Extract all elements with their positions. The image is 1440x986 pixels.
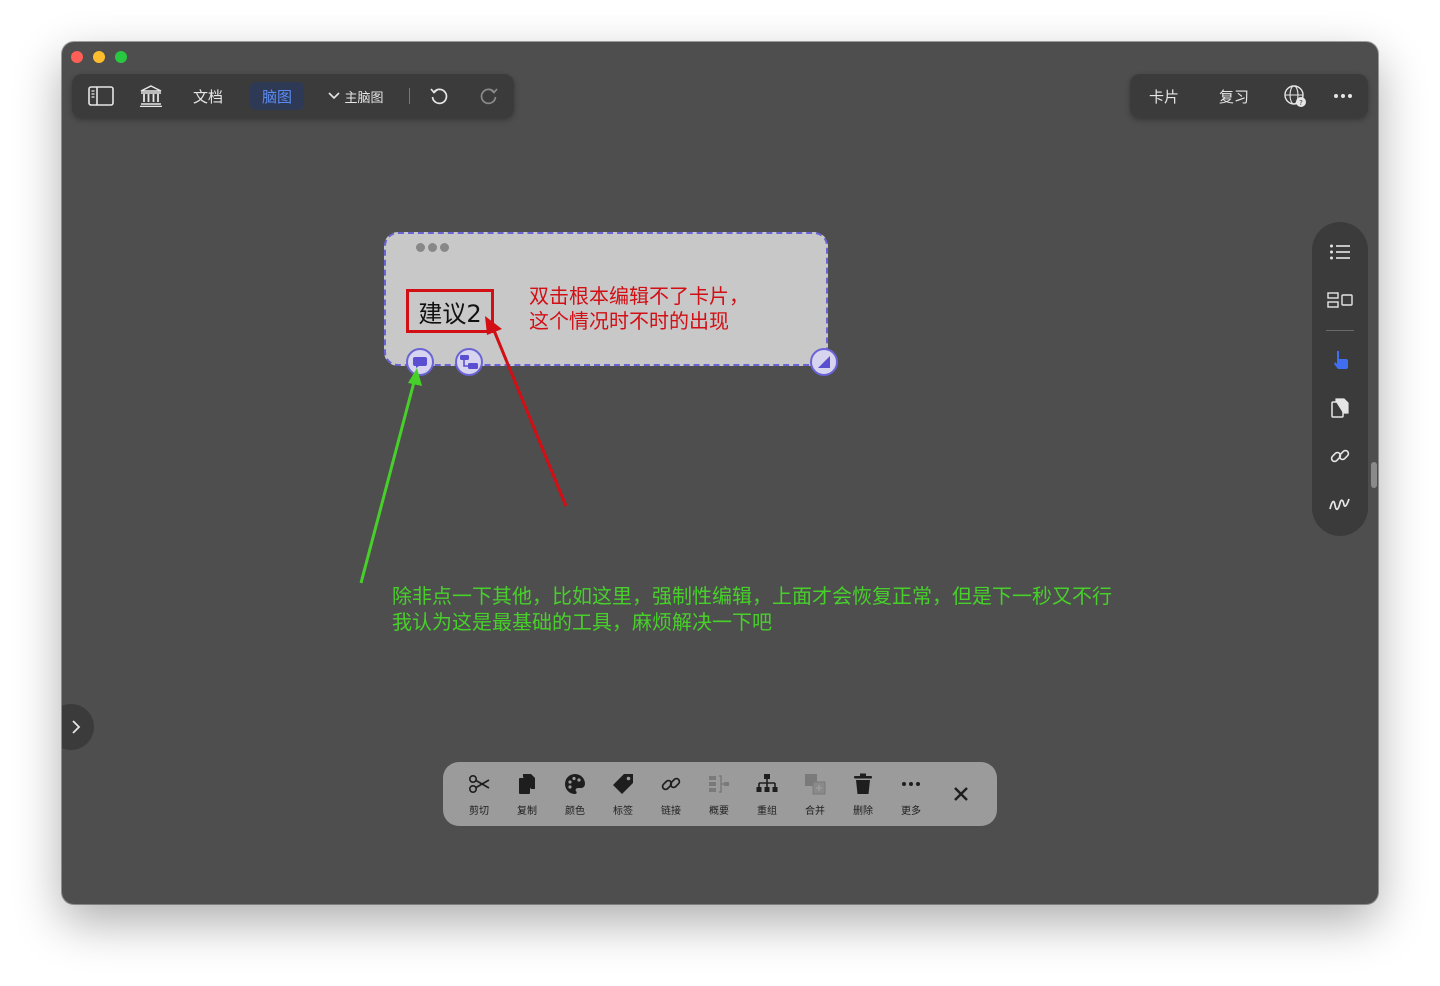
- copy-label: 复制: [517, 806, 537, 817]
- close-window-button[interactable]: [71, 51, 83, 63]
- cut-label: 剪切: [469, 806, 489, 817]
- more-button[interactable]: 更多: [887, 770, 935, 820]
- tag-label: 标签: [613, 806, 633, 817]
- card-title[interactable]: 建议2: [406, 289, 494, 333]
- subtopic-icon: [460, 355, 478, 369]
- main-mindmap-dropdown[interactable]: 主脑图: [316, 74, 396, 118]
- pointer-hand-icon[interactable]: [1326, 346, 1354, 374]
- layout-structure-icon[interactable]: [1326, 286, 1354, 314]
- card-drag-handle[interactable]: [416, 243, 449, 252]
- minimize-window-button[interactable]: [93, 51, 105, 63]
- link-label: 链接: [661, 806, 681, 817]
- review-button[interactable]: 复习: [1214, 74, 1254, 118]
- copy-button[interactable]: 复制: [503, 770, 551, 820]
- link-icon: [660, 770, 682, 798]
- link-button[interactable]: 链接: [647, 770, 695, 820]
- tag-button[interactable]: 标签: [599, 770, 647, 820]
- cards-button[interactable]: 卡片: [1144, 74, 1184, 118]
- reorganize-label: 重组: [757, 806, 777, 817]
- annotation-red-line2: 这个情况时不时的出现: [529, 309, 729, 333]
- summary-button[interactable]: 概要: [695, 770, 743, 820]
- summary-label: 概要: [709, 806, 729, 817]
- close-icon: [954, 787, 968, 801]
- scissors-icon: [468, 770, 490, 798]
- close-toolbar-button[interactable]: [943, 776, 979, 812]
- toolbar-divider: [409, 88, 410, 104]
- merge-icon: [804, 770, 826, 798]
- tab-mindmap[interactable]: 脑图: [250, 82, 305, 110]
- sidebar-toggle-icon[interactable]: [86, 74, 116, 118]
- link-icon[interactable]: [1326, 442, 1354, 470]
- zoom-window-button[interactable]: [115, 51, 127, 63]
- tag-icon: [612, 770, 634, 798]
- annotation-green: 除非点一下其他，比如这里，强制性编辑，上面才会恢复正常，但是下一秒又不行 我认为…: [392, 583, 1112, 635]
- merge-button[interactable]: 合并: [791, 770, 839, 820]
- copy-icon: [518, 770, 536, 798]
- reorganize-button[interactable]: 重组: [743, 770, 791, 820]
- more-icon: [901, 770, 921, 798]
- card-subtopic-button[interactable]: [455, 348, 483, 376]
- green-arrow: [359, 381, 416, 584]
- tab-document[interactable]: 文档: [190, 74, 226, 118]
- delete-label: 删除: [853, 806, 873, 817]
- node-context-toolbar: 剪切 复制 颜色 标签 链接 概要 重组 合并 删除 更多: [443, 762, 997, 826]
- annotation-red: 双击根本编辑不了卡片， 这个情况时不时的出现: [529, 284, 749, 334]
- annotation-green-line2: 我认为这是最基础的工具，麻烦解决一下吧: [392, 610, 772, 634]
- reorganize-icon: [756, 770, 778, 798]
- card-resize-handle[interactable]: [810, 348, 838, 376]
- freehand-draw-icon[interactable]: [1326, 490, 1354, 518]
- more-options-icon[interactable]: [1328, 74, 1358, 118]
- sidebar-divider: [1326, 330, 1354, 331]
- redo-icon[interactable]: [476, 74, 502, 118]
- vertical-scrollbar[interactable]: [1371, 462, 1377, 488]
- color-label: 颜色: [565, 806, 585, 817]
- annotation-red-line1: 双击根本编辑不了卡片，: [529, 284, 749, 308]
- outline-list-icon[interactable]: [1326, 238, 1354, 266]
- secondary-toolbar: 卡片 复习 ?: [1130, 74, 1368, 118]
- resize-corner-icon: [818, 356, 830, 368]
- trash-icon: [853, 770, 873, 798]
- web-help-icon[interactable]: ?: [1280, 74, 1310, 118]
- main-mindmap-label: 主脑图: [344, 90, 384, 106]
- comment-icon: [413, 356, 427, 368]
- library-icon[interactable]: [136, 74, 166, 118]
- pages-icon[interactable]: [1326, 394, 1354, 422]
- undo-icon[interactable]: [426, 74, 452, 118]
- chevron-right-icon: [72, 720, 81, 734]
- summary-icon: [708, 770, 730, 798]
- palette-icon: [564, 770, 586, 798]
- right-tool-sidebar: [1312, 222, 1368, 536]
- app-window: 文档 脑图 主脑图 卡片 复习 ? 建议2 双击根本编辑不了卡片， 这个情况时不…: [62, 42, 1378, 904]
- annotation-green-line1: 除非点一下其他，比如这里，强制性编辑，上面才会恢复正常，但是下一秒又不行: [392, 584, 1112, 608]
- expand-panel-button[interactable]: [62, 704, 94, 750]
- main-toolbar: 文档 脑图 主脑图: [72, 74, 514, 118]
- color-button[interactable]: 颜色: [551, 770, 599, 820]
- chevron-down-icon: [328, 92, 341, 100]
- svg-text:?: ?: [1299, 99, 1303, 107]
- cut-button[interactable]: 剪切: [455, 770, 503, 820]
- more-label: 更多: [901, 806, 921, 817]
- card-comment-button[interactable]: [406, 348, 434, 376]
- merge-label: 合并: [805, 806, 825, 817]
- delete-button[interactable]: 删除: [839, 770, 887, 820]
